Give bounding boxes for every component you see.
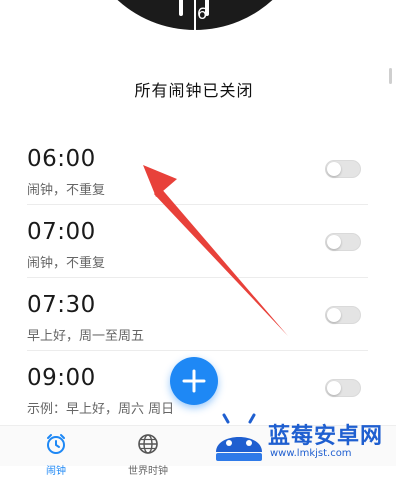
alarm-description: 闹钟，不重复 — [27, 256, 106, 271]
watermark-url: www.lmkjst.com — [270, 448, 352, 459]
alarm-time: 07:00 — [27, 219, 96, 245]
android-logo-icon — [216, 413, 262, 461]
alarms-status-title: 所有闹钟已关闭 — [134, 81, 254, 100]
alarm-clock-icon — [47, 434, 65, 454]
alarm-toggle[interactable] — [325, 306, 361, 324]
alarm-toggle[interactable] — [325, 160, 361, 178]
alarm-row[interactable]: 06:00 闹钟，不重复 — [0, 132, 396, 205]
alarm-time: 06:00 — [27, 146, 96, 172]
alarm-toggle[interactable] — [325, 233, 361, 251]
alarm-description: 闹钟，不重复 — [27, 183, 106, 198]
alarm-description: 早上好，周一至周五 — [27, 329, 145, 344]
alarm-row[interactable]: 07:30 早上好，周一至周五 — [0, 278, 396, 351]
alarm-toggle[interactable] — [325, 379, 361, 397]
toggle-knob — [327, 308, 341, 322]
clock-tick-left — [179, 0, 183, 16]
alarm-time: 07:30 — [27, 292, 96, 318]
toggle-knob — [327, 381, 341, 395]
nav-label-world-clock: 世界时钟 — [128, 466, 168, 477]
watermark-title: 蓝莓安卓网 — [268, 424, 384, 449]
alarm-row[interactable]: 07:00 闹钟，不重复 — [0, 205, 396, 278]
toggle-knob — [327, 235, 341, 249]
nav-label-alarm: 闹钟 — [46, 466, 66, 477]
nav-item-alarm[interactable]: 闹钟 — [26, 432, 86, 477]
plus-icon — [182, 369, 206, 393]
globe-icon — [138, 434, 158, 454]
alarm-description: 示例：早上好，周六 周日 — [27, 402, 175, 417]
add-alarm-button[interactable] — [170, 357, 218, 405]
clock-details: 6 — [179, 0, 209, 30]
scrollbar[interactable] — [389, 68, 392, 84]
watermark: 蓝莓安卓网 www.lmkjst.com — [210, 410, 396, 465]
nav-item-world-clock[interactable]: 世界时钟 — [118, 432, 178, 477]
alarm-time: 09:00 — [27, 365, 96, 391]
clock-numeral-6: 6 — [197, 4, 207, 23]
toggle-knob — [327, 162, 341, 176]
